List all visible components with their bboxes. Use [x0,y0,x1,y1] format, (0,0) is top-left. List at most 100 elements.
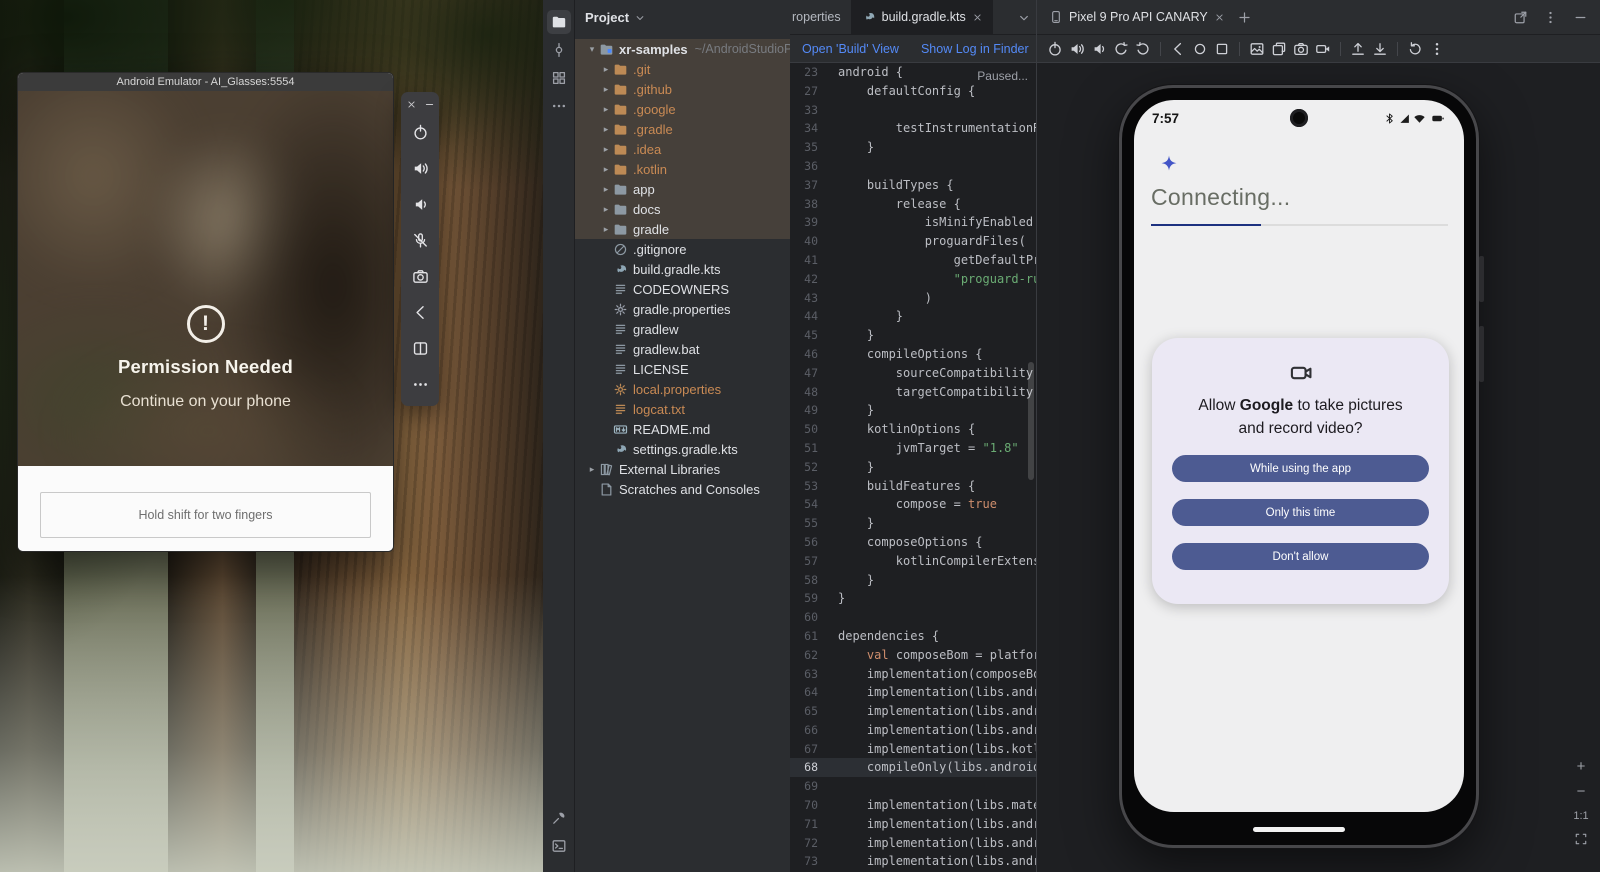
tree-item-app[interactable]: ▸app [575,179,790,199]
tool-more-tool-windows-button[interactable] [547,94,571,118]
code-line-65[interactable]: 65 implementation(libs.andr [790,702,1036,721]
back-button[interactable] [403,294,437,330]
code-line-72[interactable]: 72 implementation(libs.andr [790,834,1036,853]
while-using-the-app-button[interactable]: While using the app [1172,455,1429,482]
code-line-48[interactable]: 48 targetCompatibility [790,383,1036,402]
hidden-tabs-button[interactable] [1017,0,1031,35]
code-line-50[interactable]: 50 kotlinOptions { [790,420,1036,439]
tree-item-git[interactable]: ▸.git [575,59,790,79]
code-line-66[interactable]: 66 implementation(libs.andr [790,721,1036,740]
tree-item-external-libraries[interactable]: ▸External Libraries [575,459,790,479]
code-line-49[interactable]: 49 } [790,401,1036,420]
don-t-allow-button[interactable]: Don't allow [1172,543,1429,570]
tool-commit-button[interactable] [547,38,571,62]
code-line-27[interactable]: 27 defaultConfig { [790,82,1036,101]
code-line-39[interactable]: 39 isMinifyEnabled [790,213,1036,232]
code-line-59[interactable]: 59} [790,589,1036,608]
close-tab-icon[interactable] [972,12,983,23]
screenshot-button[interactable] [1249,41,1265,57]
code-line-36[interactable]: 36 [790,157,1036,176]
code-line-73[interactable]: 73 implementation(libs.andr [790,852,1036,871]
code-line-56[interactable]: 56 composeOptions { [790,533,1036,552]
code-line-68[interactable]: 68 compileOnly(libs.android [790,758,1036,777]
mic-off-button[interactable] [403,222,437,258]
close-tab-icon[interactable] [1214,12,1225,23]
code-line-71[interactable]: 71 implementation(libs.andr [790,815,1036,834]
code-line-64[interactable]: 64 implementation(libs.andr [790,683,1036,702]
tree-item-build-gradle-kts[interactable]: build.gradle.kts [575,259,790,279]
overview-button[interactable] [1214,41,1230,57]
code-editor[interactable]: 23android {27 defaultConfig {3334 testIn… [790,63,1036,872]
tool-terminal-button[interactable] [547,834,571,858]
tree-item-xr-samples[interactable]: ▾xr-samples~/AndroidStudioProj [575,39,790,59]
code-line-52[interactable]: 52 } [790,458,1036,477]
tree-item-logcat-txt[interactable]: logcat.txt [575,399,790,419]
chevron-right-icon[interactable]: ▸ [599,84,613,95]
volume-up-button[interactable] [403,150,437,186]
upload-button[interactable] [1350,41,1366,57]
video-button[interactable] [1315,41,1331,57]
code-line-54[interactable]: 54 compose = true [790,495,1036,514]
add-device-tab-button[interactable] [1237,10,1252,25]
code-line-42[interactable]: 42 "proguard-ru [790,270,1036,289]
code-line-37[interactable]: 37 buildTypes { [790,176,1036,195]
tool-build-button[interactable] [547,806,571,830]
tree-item-docs[interactable]: ▸docs [575,199,790,219]
chevron-down-icon[interactable] [634,12,646,24]
tree-item-gradle[interactable]: ▸.gradle [575,119,790,139]
home-button[interactable] [1192,41,1208,57]
tree-item-scratches-and-consoles[interactable]: Scratches and Consoles [575,479,790,499]
code-line-45[interactable]: 45 } [790,326,1036,345]
code-line-51[interactable]: 51 jvmTarget = "1.8" [790,439,1036,458]
power-button[interactable] [1047,41,1063,57]
code-line-60[interactable]: 60 [790,608,1036,627]
minimize-icon[interactable] [424,99,435,110]
tree-item-github[interactable]: ▸.github [575,79,790,99]
project-panel-title[interactable]: Project [585,10,629,25]
restart-button[interactable] [1407,41,1423,57]
rotate-left-button[interactable] [1113,41,1129,57]
chevron-right-icon[interactable]: ▸ [599,124,613,135]
tree-item-gradle-properties[interactable]: gradle.properties [575,299,790,319]
camera-button[interactable] [1293,41,1309,57]
code-line-57[interactable]: 57 kotlinCompilerExtens [790,552,1036,571]
tree-item-gradlew[interactable]: gradlew [575,319,790,339]
kebab-icon[interactable] [1543,10,1558,25]
code-line-67[interactable]: 67 implementation(libs.kotl [790,740,1036,759]
kebab-button[interactable] [1429,41,1445,57]
tree-item-gradle[interactable]: ▸gradle [575,219,790,239]
tab-build-gradle-kts[interactable]: build.gradle.kts [852,0,993,34]
code-line-53[interactable]: 53 buildFeatures { [790,477,1036,496]
volume-up-button[interactable] [1069,41,1085,57]
chevron-right-icon[interactable]: ▸ [599,144,613,155]
chevron-down-icon[interactable]: ▾ [585,44,599,55]
code-line-61[interactable]: 61dependencies { [790,627,1036,646]
tool-structure-button[interactable] [547,66,571,90]
editor-scrollbar[interactable] [1028,362,1034,480]
tree-item-codeowners[interactable]: CODEOWNERS [575,279,790,299]
code-line-33[interactable]: 33 [790,101,1036,120]
device-screen[interactable]: 7:57 Connecting... Allow Google to take … [1134,100,1464,812]
show-log-in-finder-link[interactable]: Show Log in Finder [921,42,1029,56]
code-line-43[interactable]: 43 ) [790,289,1036,308]
code-line-58[interactable]: 58 } [790,571,1036,590]
tab-gradle-properties[interactable]: roperties [790,0,852,34]
more-button[interactable] [403,366,437,402]
fold-button[interactable] [403,330,437,366]
popout-icon[interactable] [1513,10,1528,25]
close-icon[interactable] [406,99,417,110]
chevron-right-icon[interactable]: ▸ [599,104,613,115]
tree-item-idea[interactable]: ▸.idea [575,139,790,159]
code-line-40[interactable]: 40 proguardFiles( [790,232,1036,251]
zoom-reset-button[interactable]: 1:1 [1572,807,1590,825]
code-line-47[interactable]: 47 sourceCompatibility [790,364,1036,383]
tree-item-gitignore[interactable]: .gitignore [575,239,790,259]
minimize-icon[interactable] [1573,10,1588,25]
code-line-69[interactable]: 69 [790,777,1036,796]
emulator-screen[interactable]: Permission Needed Continue on your phone [18,91,393,466]
android-emulator-window[interactable]: Android Emulator - AI_Glasses:5554 Permi… [17,72,394,552]
zoom-out-button[interactable]: − [1572,782,1590,800]
tool-project-button[interactable] [547,10,571,34]
code-line-62[interactable]: 62 val composeBom = platfor [790,646,1036,665]
camera-button[interactable] [403,258,437,294]
